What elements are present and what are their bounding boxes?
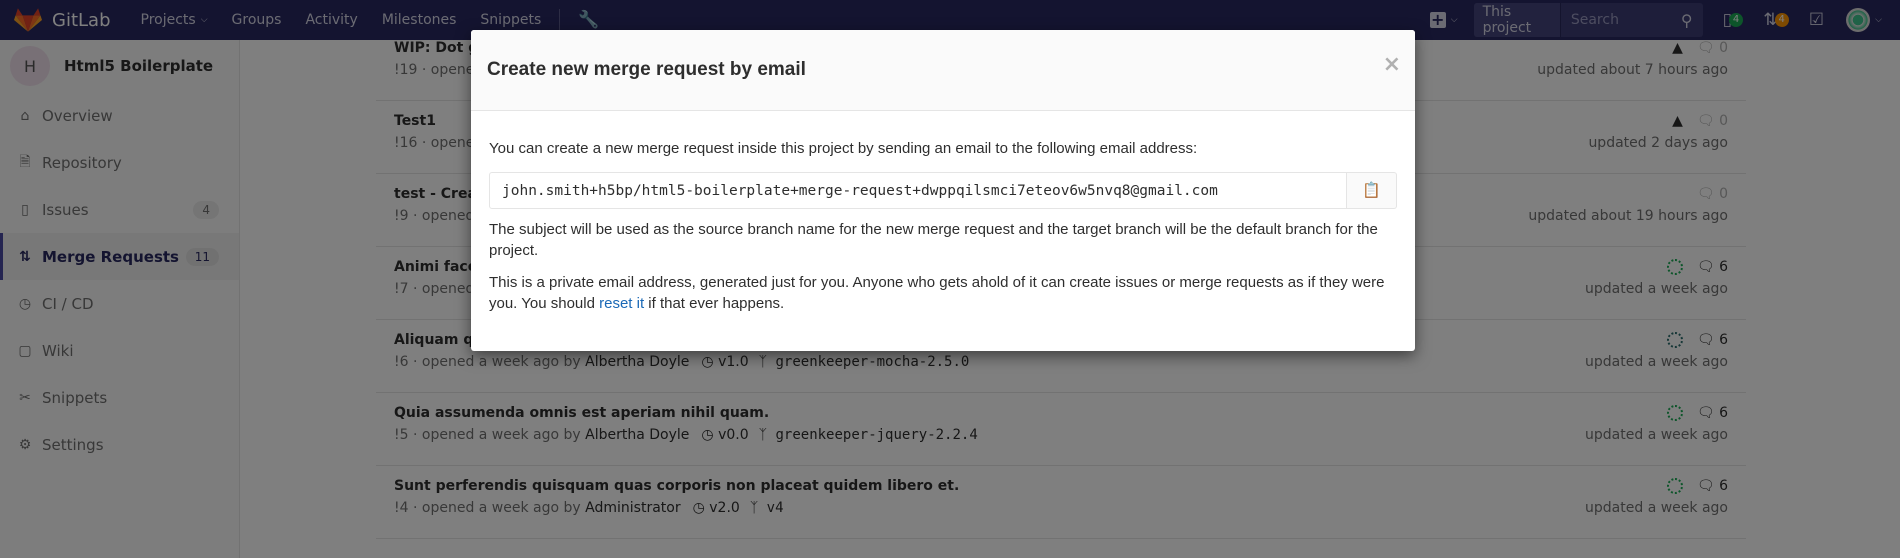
- modal-header: Create new merge request by email ×: [471, 30, 1415, 111]
- modal-title: Create new merge request by email: [487, 59, 806, 80]
- modal-intro-text: You can create a new merge request insid…: [489, 140, 1198, 157]
- private-note-text-end: if that ever happens.: [644, 295, 785, 312]
- close-icon[interactable]: ×: [1383, 52, 1401, 77]
- modal-body: You can create a new merge request insid…: [471, 111, 1415, 314]
- email-address-field[interactable]: [489, 172, 1347, 209]
- subject-note: The subject will be used as the source b…: [489, 221, 1378, 259]
- copy-email-button[interactable]: 📋: [1347, 172, 1397, 209]
- reset-email-link[interactable]: reset it: [599, 295, 644, 312]
- merge-request-email-modal: Create new merge request by email × You …: [471, 30, 1415, 351]
- private-email-note: This is a private email address, generat…: [489, 272, 1397, 314]
- email-input-group: 📋: [489, 172, 1397, 209]
- clipboard-icon: 📋: [1362, 182, 1381, 199]
